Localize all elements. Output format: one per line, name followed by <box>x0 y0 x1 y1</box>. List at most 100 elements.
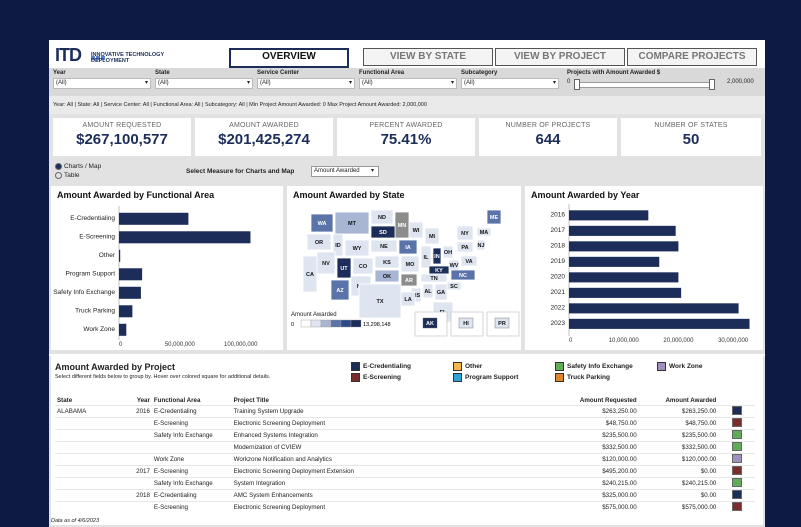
slider-min-handle[interactable] <box>574 79 580 90</box>
table-row[interactable]: E-Screening Electronic Screening Deployme… <box>55 417 755 430</box>
category-label: E-Credentialing <box>70 215 115 222</box>
us-state-map[interactable]: WA MT ND MN OR ID SD WI MI NY ME WY NE IA PA MA NV UT CO KS… <box>287 204 521 350</box>
cell-year: 2018 <box>121 489 152 502</box>
table-row[interactable]: Safety Info Exchange System Integration $2… <box>55 477 755 490</box>
cell-req: $235,500.00 <box>548 429 639 442</box>
functional-area-dropdown[interactable]: (All) <box>359 78 457 89</box>
category-label: Work Zone <box>83 326 115 333</box>
tab-view-by-project[interactable]: VIEW BY PROJECT <box>495 48 625 66</box>
legend-item[interactable]: Other <box>453 362 482 371</box>
bar[interactable] <box>119 268 143 281</box>
bar[interactable] <box>569 225 676 236</box>
radio-table[interactable]: Table <box>55 172 80 179</box>
table-row[interactable]: Modernization of CVIEW $332,500.00 $332,50… <box>55 441 755 454</box>
cell-year <box>121 501 152 513</box>
state-label: ND <box>378 215 386 221</box>
col-functional-area[interactable]: Functional Area <box>152 396 232 406</box>
cell-awd: $575,000.00 <box>638 501 719 513</box>
bar[interactable] <box>569 287 682 298</box>
bar[interactable] <box>119 249 121 262</box>
category-color-square[interactable] <box>731 454 742 463</box>
category-label: 2018 <box>551 243 566 250</box>
filter-subcategory[interactable]: Subcategory (All) <box>461 70 559 89</box>
tab-compare-projects[interactable]: COMPARE PROJECTS <box>627 48 757 66</box>
tab-overview[interactable]: OVERVIEW <box>229 48 349 68</box>
legend-label: E-Credentialing <box>363 363 412 371</box>
table-row[interactable]: E-Screening Electronic Screening Deployme… <box>55 501 755 513</box>
table-row[interactable]: 2017 E-Screening Electronic Screening Depl… <box>55 465 755 478</box>
legend-label: Other <box>465 363 483 371</box>
table-row[interactable]: Work Zone Workzone Notification and Analy… <box>55 453 755 466</box>
slider-max-handle[interactable] <box>709 79 715 90</box>
category-color-square[interactable] <box>731 430 742 439</box>
measure-label: Select Measure for Charts and Map <box>186 168 295 175</box>
state-label: MA <box>480 230 489 236</box>
cell-year: 2017 <box>121 465 152 478</box>
legend-item[interactable]: Truck Parking <box>555 373 610 382</box>
state-label: AL <box>424 289 432 295</box>
table-row[interactable]: ALABAMA 2016 E-Credentialing Training Syste… <box>55 405 755 418</box>
category-color-square[interactable] <box>731 490 742 499</box>
service-center-dropdown[interactable]: (All) <box>257 78 355 89</box>
category-color-square[interactable] <box>731 442 742 451</box>
legend-item[interactable]: Work Zone <box>657 362 702 371</box>
category-label: 2016 <box>551 212 566 219</box>
filter-state[interactable]: State (All) <box>155 70 253 89</box>
cell-year: 2016 <box>121 405 152 418</box>
category-color-square[interactable] <box>731 502 742 511</box>
cell-awd: $0.00 <box>638 465 719 478</box>
col-amount-requested[interactable]: Amount Requested <box>548 396 638 406</box>
cell-state <box>55 501 122 513</box>
bar[interactable] <box>119 286 141 299</box>
kpi-amount-requested: AMOUNT REQUESTED $267,100,577 <box>53 118 191 156</box>
filter-service-center[interactable]: Service Center (All) <box>257 70 355 89</box>
state-label: CA <box>306 272 314 278</box>
bar[interactable] <box>569 241 679 252</box>
state-map-title: Amount Awarded by State <box>293 190 405 200</box>
cell-year <box>121 417 152 430</box>
category-color-square[interactable] <box>731 418 742 427</box>
map-legend-swatch <box>300 319 312 328</box>
filter-functional-area[interactable]: Functional Area (All) <box>359 70 457 89</box>
bar[interactable] <box>119 305 133 318</box>
col-amount-awarded[interactable]: Amount Awarded <box>639 396 719 406</box>
legend-item[interactable]: E-Credentialing <box>351 362 411 371</box>
bar[interactable] <box>569 318 750 329</box>
bar[interactable] <box>119 231 251 244</box>
bar[interactable] <box>569 256 660 267</box>
state-label: NJ <box>477 243 484 249</box>
category-color-square[interactable] <box>731 406 742 415</box>
cell-title: Electronic Screening Deployment <box>231 417 549 430</box>
legend-item[interactable]: E-Screening <box>351 373 401 382</box>
table-row[interactable]: 2018 E-Credentialing AMC System Enhancemen… <box>55 489 755 502</box>
bar[interactable] <box>119 323 127 336</box>
bar[interactable] <box>569 210 649 221</box>
measure-dropdown[interactable]: Amount Awarded ▾ <box>311 166 379 177</box>
amount-slider-track[interactable] <box>575 82 713 88</box>
subcategory-dropdown[interactable]: (All) <box>461 78 559 89</box>
col-year[interactable]: Year <box>122 396 152 406</box>
legend-swatch <box>555 362 564 371</box>
legend-label: Program Support <box>465 374 519 382</box>
cell-state <box>55 465 122 478</box>
category-color-square[interactable] <box>731 478 742 487</box>
col-project-title[interactable]: Project Title <box>232 396 549 406</box>
state-dropdown[interactable]: (All) <box>155 78 253 89</box>
col-state[interactable]: State <box>55 396 122 406</box>
bar[interactable] <box>569 303 739 314</box>
radio-charts-map[interactable]: Charts / Map <box>55 163 101 170</box>
bar[interactable] <box>569 272 679 283</box>
bar[interactable] <box>119 212 189 225</box>
legend-item[interactable]: Program Support <box>453 373 518 382</box>
category-label: 2020 <box>551 274 566 281</box>
filter-year[interactable]: Year (All) <box>53 70 151 89</box>
cell-state <box>55 429 122 442</box>
cell-area: E-Credentialing <box>151 405 232 418</box>
state-label: ID <box>335 243 341 249</box>
year-dropdown[interactable]: (All) <box>53 78 151 89</box>
tab-view-by-state[interactable]: VIEW BY STATE <box>363 48 493 66</box>
state-label: PA <box>461 245 468 251</box>
category-color-square[interactable] <box>731 466 742 475</box>
legend-item[interactable]: Safety Info Exchange <box>555 362 633 371</box>
table-row[interactable]: Safety Info Exchange Enhanced Systems Int… <box>55 429 755 442</box>
